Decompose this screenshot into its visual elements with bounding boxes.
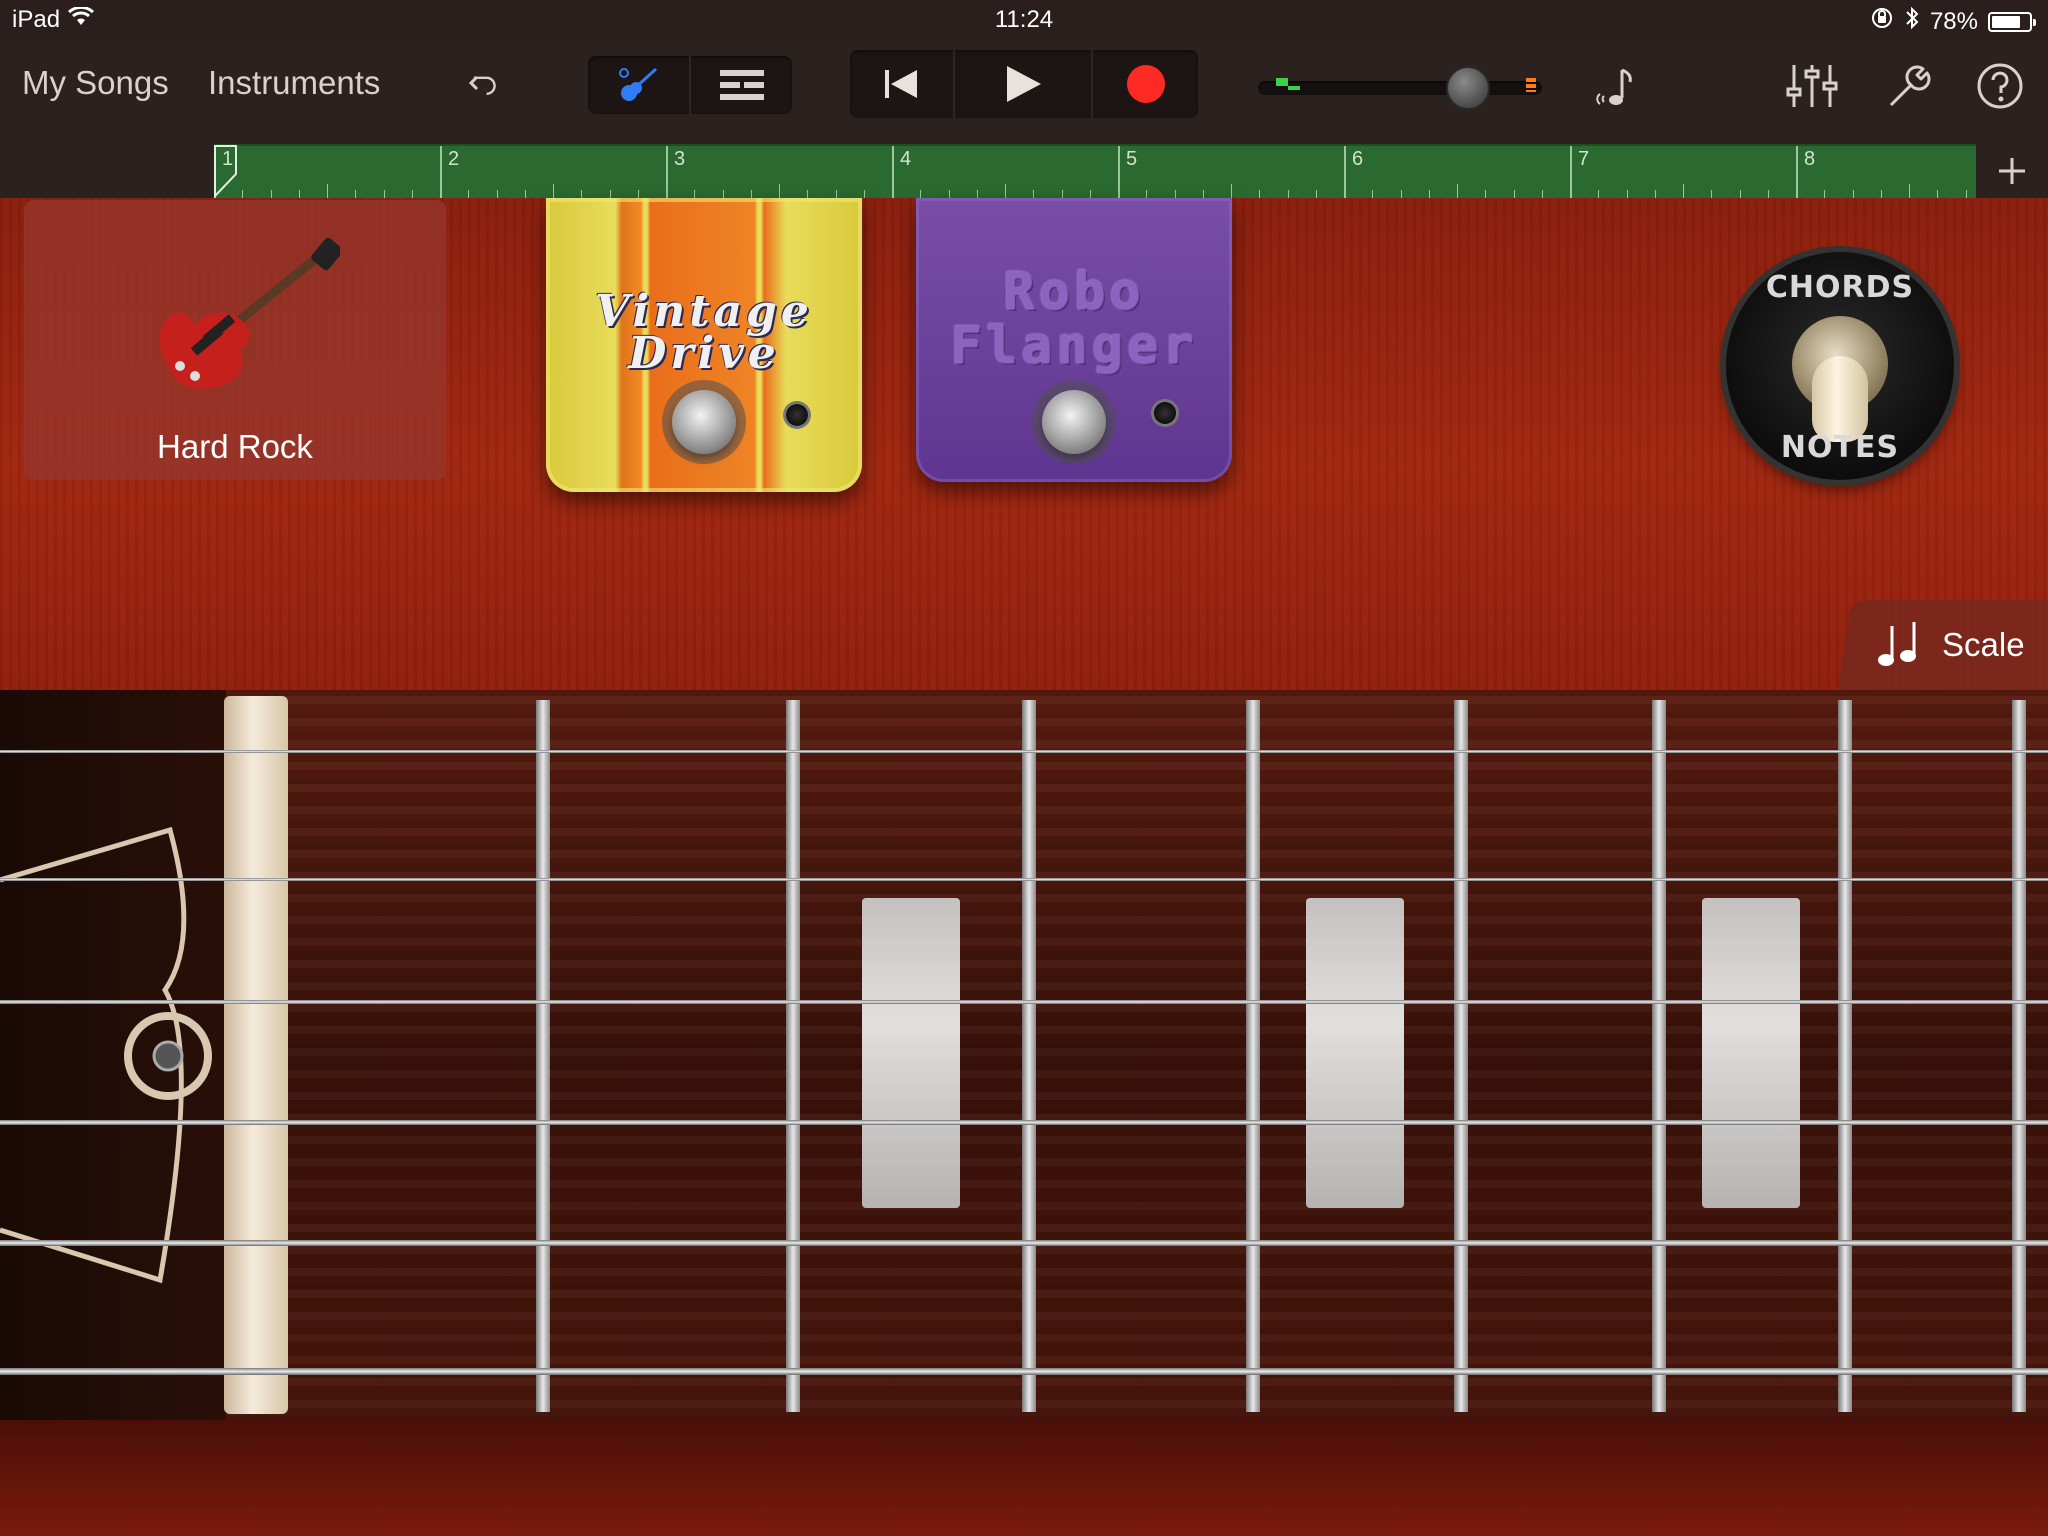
- fret-wire: [1838, 700, 1852, 1412]
- guitar-string[interactable]: [0, 750, 2048, 753]
- mixer-icon: [1786, 65, 1838, 107]
- tracks-view-button[interactable]: [691, 56, 792, 114]
- undo-button[interactable]: [460, 62, 510, 112]
- ruler-bar-number: 7: [1578, 148, 1590, 170]
- fret-wire: [1454, 700, 1468, 1412]
- pedal-footswitch[interactable]: [672, 390, 736, 454]
- ruler-bar-line: [1796, 146, 1798, 200]
- fret-inlay-marker: [862, 898, 960, 1208]
- playhead-marker[interactable]: [214, 144, 238, 198]
- ruler-left-pad: [0, 144, 214, 198]
- level-meter-left-low: [1288, 86, 1300, 90]
- play-button[interactable]: [955, 50, 1094, 118]
- status-bar: iPad 11:24 78%: [0, 0, 2048, 40]
- ruler-bar-number: 3: [674, 148, 686, 170]
- pedal-title-line1: Robo: [1003, 262, 1145, 322]
- mixer-button[interactable]: [1784, 58, 1840, 114]
- settings-button[interactable]: [1880, 58, 1936, 114]
- rewind-button[interactable]: [850, 50, 955, 118]
- guitar-nut: [224, 696, 288, 1414]
- undo-icon: [468, 75, 496, 95]
- level-meter-left: [1276, 78, 1288, 86]
- wrench-icon: [1889, 65, 1931, 107]
- vintage-drive-pedal[interactable]: Vintage Drive: [546, 198, 862, 492]
- tracks-icon: [719, 70, 764, 100]
- guitar-string[interactable]: [0, 1368, 2048, 1375]
- volume-knob[interactable]: [1446, 66, 1491, 110]
- guitar-body-bottom: [0, 1420, 2048, 1536]
- ruler-bar-line: [1344, 146, 1346, 200]
- note-icon: [1596, 68, 1632, 105]
- notes-label: NOTES: [1780, 430, 1900, 465]
- record-icon: [1126, 65, 1165, 103]
- guitar-string[interactable]: [0, 878, 2048, 881]
- fret-wire: [536, 700, 550, 1412]
- instrument-preset-card[interactable]: Hard Rock: [24, 200, 446, 480]
- help-icon: [1977, 63, 2023, 109]
- help-button[interactable]: [1972, 58, 2028, 114]
- fret-wire: [1246, 700, 1260, 1412]
- ruler-bar-line: [440, 146, 442, 200]
- timeline-ruler[interactable]: 12345678: [214, 144, 2014, 200]
- fret-inlay-marker: [1306, 898, 1404, 1208]
- toolbar: My Songs Instruments: [0, 40, 2048, 144]
- scale-label: Scale: [1942, 626, 2025, 663]
- ruler-bar-line: [1118, 146, 1120, 200]
- guitar-string[interactable]: [0, 1120, 2048, 1125]
- pedal-led: [786, 404, 808, 426]
- add-section-button[interactable]: [1976, 144, 2048, 198]
- fret-wire: [786, 700, 800, 1412]
- pedal-title-line2: Flanger: [950, 316, 1198, 376]
- record-button[interactable]: [1093, 50, 1198, 118]
- plus-icon: [1999, 158, 2025, 184]
- headstock: [0, 690, 226, 1420]
- battery-icon: [1988, 11, 2036, 32]
- guitar-view-icon: [618, 67, 657, 101]
- fret-wire: [1652, 700, 1666, 1412]
- chords-notes-switch[interactable]: CHORDS NOTES: [1726, 252, 1954, 480]
- fret-wire: [1022, 700, 1036, 1412]
- ruler-bar-line: [1570, 146, 1572, 200]
- notes-icon: [1878, 622, 1916, 666]
- instrument-view-button[interactable]: [588, 56, 691, 114]
- ruler-bar-number: 2: [448, 148, 460, 170]
- my-songs-button[interactable]: My Songs: [22, 64, 169, 102]
- headstock-inlay-icon: [0, 826, 212, 1284]
- instruments-button[interactable]: Instruments: [208, 64, 380, 102]
- electric-guitar-icon: [159, 237, 340, 389]
- preset-name: Hard Rock: [157, 428, 313, 465]
- ruler-bar-line: [666, 146, 668, 200]
- ruler-bar-number: 4: [900, 148, 912, 170]
- level-meter-right: [1526, 78, 1536, 92]
- rewind-icon: [885, 70, 918, 98]
- fret-wire: [2012, 700, 2026, 1412]
- battery-percent: 78%: [1929, 7, 1978, 35]
- ruler-bar-number: 8: [1804, 148, 1816, 170]
- clock: 11:24: [994, 6, 1054, 33]
- rotation-lock-icon: [1870, 6, 1894, 37]
- play-icon: [1007, 66, 1041, 102]
- pedal-title-line2: Drive: [628, 328, 780, 379]
- guitar-string[interactable]: [0, 1240, 2048, 1246]
- ruler-bar-number: 6: [1352, 148, 1364, 170]
- bluetooth-icon: [1904, 6, 1920, 37]
- ruler-bar-number: 5: [1126, 148, 1138, 170]
- ruler-bar-line: [892, 146, 894, 200]
- robo-flanger-pedal[interactable]: Robo Flanger: [916, 198, 1232, 482]
- chords-label: CHORDS: [1765, 270, 1915, 305]
- metronome-button[interactable]: [1588, 60, 1644, 116]
- pedal-footswitch[interactable]: [1042, 390, 1106, 454]
- fret-inlay-marker: [1702, 898, 1800, 1208]
- guitar-string[interactable]: [0, 1000, 2048, 1004]
- pedal-led: [1154, 402, 1176, 424]
